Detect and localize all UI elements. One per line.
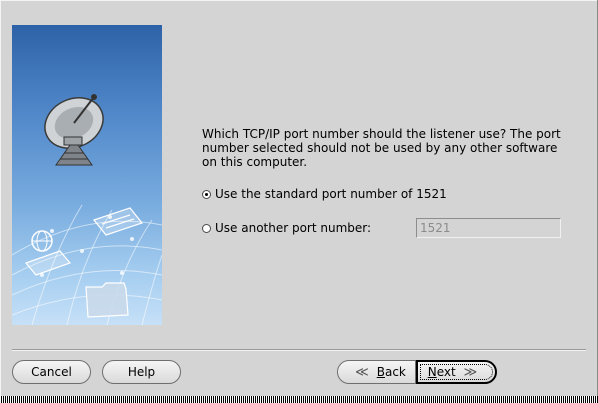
window-left-edge xyxy=(0,0,1,403)
custom-port-label: Use another port number: xyxy=(215,221,372,235)
help-button-label: Help xyxy=(127,365,156,379)
next-button-focus-ring xyxy=(420,364,493,380)
next-button[interactable]: Next ≫ xyxy=(416,360,497,384)
satellite-dish-icon xyxy=(44,94,104,166)
back-button-label: Back xyxy=(376,365,406,379)
cancel-button-label: Cancel xyxy=(31,365,72,379)
wizard-banner xyxy=(12,25,162,325)
radio-button-custom[interactable] xyxy=(202,223,211,233)
chevron-left-icon: ≪ xyxy=(355,364,369,380)
help-button[interactable]: Help xyxy=(102,360,181,384)
cancel-button[interactable]: Cancel xyxy=(12,360,91,384)
folder-icon xyxy=(85,282,129,318)
standard-port-option[interactable]: Use the standard port number of 1521 xyxy=(202,187,447,201)
port-number-field[interactable]: 1521 xyxy=(416,218,561,238)
window-bottom-edge xyxy=(0,396,598,403)
button-bar-divider-highlight xyxy=(12,350,586,351)
custom-port-option[interactable]: Use another port number: xyxy=(202,221,371,235)
question-text: Which TCP/IP port number should the list… xyxy=(202,127,561,169)
standard-port-label: Use the standard port number of 1521 xyxy=(215,187,447,201)
back-button[interactable]: ≪ Back xyxy=(337,360,416,384)
globe-icon xyxy=(31,230,53,252)
radio-button-standard[interactable] xyxy=(202,189,211,199)
window-top-edge xyxy=(0,0,598,1)
